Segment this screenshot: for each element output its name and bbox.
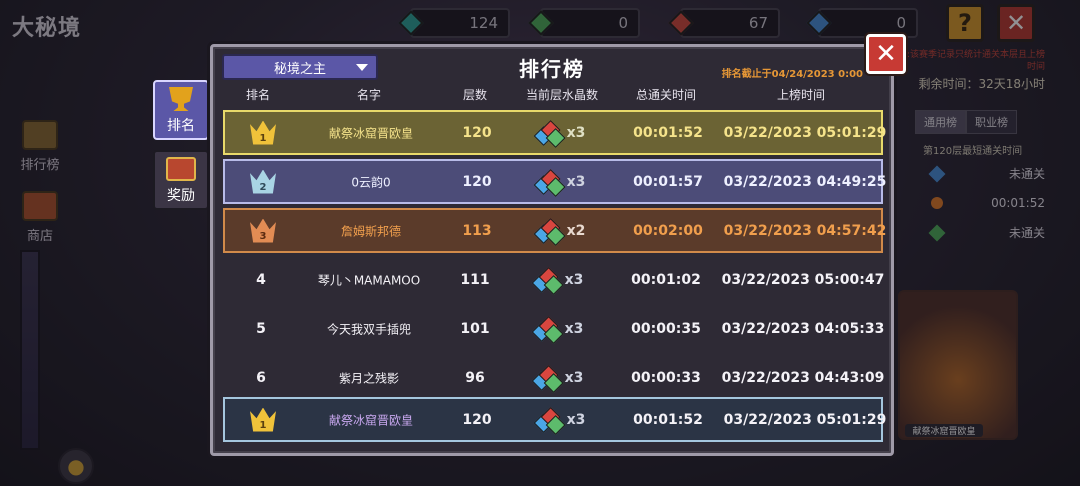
list-time-value: 03/22/2023 05:01:29 — [723, 411, 887, 428]
rank-cell: 1 — [250, 120, 276, 145]
player-name: 献祭冰窟晋欧皇 — [328, 413, 414, 427]
tab-label: 奖励 — [167, 188, 195, 204]
crystal-cell: x3 — [531, 266, 584, 295]
player-name: 0云韵0 — [351, 175, 391, 189]
column-headers: 排名 名字 层数 当前层水晶数 总通关时间 上榜时间 — [223, 86, 883, 106]
ranking-deadline: 排名截止于04/24/2023 0:00 — [721, 69, 863, 80]
header-list-time: 上榜时间 — [776, 88, 826, 102]
tab-rewards[interactable]: 奖励 — [153, 150, 209, 210]
list-time-value: 03/22/2023 05:00:47 — [721, 271, 885, 288]
my-rank-row[interactable]: 1 献祭冰窟晋欧皇 120 x3 00:01:52 03/22/2023 05:… — [223, 397, 886, 442]
header-rank: 排名 — [245, 88, 271, 102]
header-floors: 层数 — [462, 88, 488, 102]
crystal-count: x3 — [564, 271, 584, 288]
crystal-count: x3 — [566, 411, 586, 428]
header-name: 名字 — [356, 88, 382, 102]
total-time-value: 00:01:57 — [633, 173, 703, 190]
rank-value: 5 — [256, 320, 266, 337]
crystal-cluster-icon — [533, 119, 566, 148]
bronze-crown-icon: 3 — [250, 218, 276, 243]
gold-crown-icon: 1 — [250, 407, 276, 432]
list-time-value: 03/22/2023 04:05:33 — [721, 320, 885, 337]
trophy-icon — [169, 87, 193, 111]
leaderboard-row[interactable]: 3 詹姆斯邦德 113 x2 00:02:00 03/22/2023 04:57… — [223, 208, 886, 253]
leaderboard-row[interactable]: 1 献祭冰窟晋欧皇 120 x3 00:01:52 03/22/2023 05:… — [223, 110, 886, 155]
header-crystals: 当前层水晶数 — [525, 88, 599, 102]
crystal-cell: x3 — [533, 168, 586, 197]
modal-header: 秘境之主 排行榜 排名截止于04/24/2023 0:00 — [213, 47, 891, 81]
player-name: 琴儿丶MAMAMOO — [317, 273, 421, 287]
crystal-cluster-icon — [533, 217, 566, 246]
gold-crown-icon: 1 — [250, 120, 276, 145]
leaderboard-row[interactable]: 4 琴儿丶MAMAMOO 111 x3 00:01:02 03/22/2023 … — [223, 257, 885, 302]
player-name: 今天我双手插兜 — [326, 322, 412, 336]
crystal-cluster-icon — [531, 266, 564, 295]
floors-value: 101 — [460, 320, 490, 337]
crystal-cluster-icon — [533, 406, 566, 435]
treasure-chest-icon — [166, 157, 196, 181]
floors-value: 113 — [462, 222, 492, 239]
rank-cell: 3 — [250, 218, 276, 243]
crystal-cluster-icon — [533, 168, 566, 197]
rank-cell: 1 — [250, 407, 276, 432]
total-time-value: 00:02:00 — [633, 222, 703, 239]
crystal-cell: x3 — [533, 119, 586, 148]
rank-cell: 2 — [250, 169, 276, 194]
crystal-cell: x3 — [531, 315, 584, 344]
floors-value: 111 — [460, 271, 490, 288]
rank-value: 6 — [256, 369, 266, 386]
total-time-value: 00:01:52 — [633, 124, 703, 141]
list-time-value: 03/22/2023 04:57:42 — [723, 222, 887, 239]
crystal-cluster-icon — [531, 315, 564, 344]
leaderboard-row[interactable]: 5 今天我双手插兜 101 x3 00:00:35 03/22/2023 04:… — [223, 306, 885, 351]
floors-value: 96 — [465, 369, 485, 386]
crystal-cell: x2 — [533, 217, 586, 246]
player-name: 紫月之残影 — [338, 371, 400, 385]
crystal-count: x2 — [566, 222, 586, 239]
floors-value: 120 — [462, 124, 492, 141]
floors-value: 120 — [462, 411, 492, 428]
list-time-value: 03/22/2023 05:01:29 — [723, 124, 887, 141]
total-time-value: 00:01:52 — [633, 411, 703, 428]
tab-ranking[interactable]: 排名 — [153, 80, 209, 140]
crystal-cell: x3 — [531, 364, 584, 393]
silver-crown-icon: 2 — [250, 169, 276, 194]
list-time-value: 03/22/2023 04:49:25 — [723, 173, 887, 190]
player-name: 献祭冰窟晋欧皇 — [328, 126, 414, 140]
player-name: 詹姆斯邦德 — [340, 224, 402, 238]
rank-value: 4 — [256, 271, 266, 288]
crystal-cell: x3 — [533, 406, 586, 435]
total-time-value: 00:01:02 — [631, 271, 701, 288]
leaderboard-row[interactable]: 6 紫月之残影 96 x3 00:00:33 03/22/2023 04:43:… — [223, 355, 885, 400]
total-time-value: 00:00:33 — [631, 369, 701, 386]
crystal-count: x3 — [566, 124, 586, 141]
crystal-cluster-icon — [531, 364, 564, 393]
leaderboard-row[interactable]: 2 0云韵0 120 x3 00:01:57 03/22/2023 04:49:… — [223, 159, 886, 204]
total-time-value: 00:00:35 — [631, 320, 701, 337]
crystal-count: x3 — [566, 173, 586, 190]
header-total-time: 总通关时间 — [635, 88, 697, 102]
floors-value: 120 — [462, 173, 492, 190]
crystal-count: x3 — [564, 320, 584, 337]
crystal-count: x3 — [564, 369, 584, 386]
tab-label: 排名 — [167, 118, 195, 134]
close-button[interactable]: ✕ — [866, 34, 906, 74]
list-time-value: 03/22/2023 04:43:09 — [721, 369, 885, 386]
leaderboard-modal: 秘境之主 排行榜 排名截止于04/24/2023 0:00 ✕ 排名 名字 层数… — [210, 34, 906, 456]
